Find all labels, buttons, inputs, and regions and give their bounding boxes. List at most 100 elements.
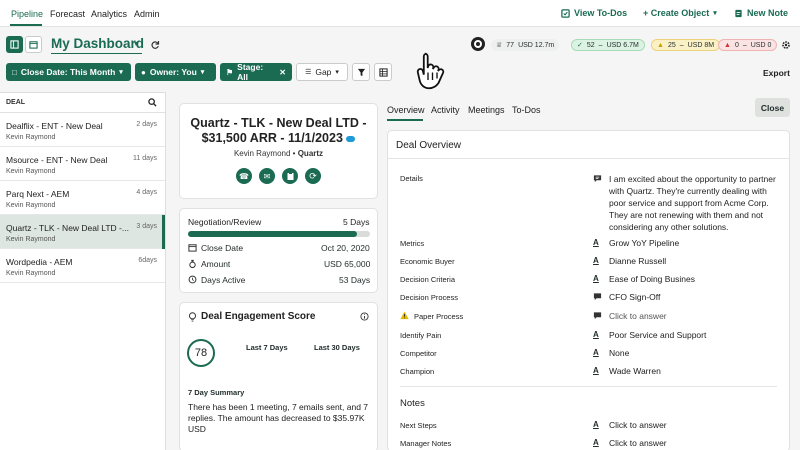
deal-days: 4 days [136, 189, 157, 196]
avatar[interactable] [471, 37, 485, 51]
gear-icon[interactable] [781, 40, 791, 50]
manager-notes-label: Manager Notes [400, 439, 452, 448]
amount-label: Amount [201, 259, 231, 269]
calendar-icon [29, 41, 38, 49]
tab-analytics[interactable]: Analytics [91, 9, 127, 19]
engagement-title: Deal Engagement Score [201, 311, 316, 322]
stage-progress-fill [188, 231, 358, 237]
list-item[interactable]: Dealflix - ENT - New Deal Kevin Raymond … [0, 113, 165, 147]
pill-amount: USD 6.7M [606, 41, 639, 49]
economic-buyer-value[interactable]: Dianne Russell [609, 256, 666, 266]
manager-notes-value[interactable]: Click to answer [609, 438, 667, 448]
sync-icon: ⟳ [309, 170, 317, 181]
tab-pipeline[interactable]: Pipeline [11, 9, 43, 19]
text-field-icon: A [593, 348, 599, 357]
paper-process-label: Paper Process [414, 312, 464, 321]
call-button[interactable]: ☎ [236, 168, 252, 184]
close-date-filter[interactable]: □ Close Date: This Month ▾ [6, 63, 131, 81]
tab-overview[interactable]: Overview [387, 105, 425, 115]
deal-name: Parq Next - AEM [6, 189, 70, 199]
deal-days: 11 days [133, 155, 157, 162]
text-field-icon: A [593, 256, 599, 265]
clipboard-button[interactable] [282, 168, 298, 184]
mail-icon: ✉ [263, 171, 271, 181]
tab-admin[interactable]: Admin [134, 9, 160, 19]
tab-activity[interactable]: Activity [431, 105, 460, 115]
pill-count: 77 [506, 41, 515, 49]
refresh-icon[interactable] [150, 40, 160, 50]
crown-icon: ♕ [496, 42, 503, 49]
text-field-icon: A [593, 330, 599, 339]
close-date-label: Close Date: This Month [20, 67, 116, 77]
pill-count: 0 [734, 41, 739, 49]
check-icon: ✓ [577, 42, 583, 49]
details-label: Details [400, 174, 423, 183]
filter-button[interactable] [352, 63, 370, 81]
deal-title-line: Quartz - TLK - New Deal LTD - [190, 116, 367, 130]
search-icon[interactable] [148, 98, 157, 107]
chevron-down-icon: ▾ [713, 10, 717, 17]
stage-days: 5 Days [343, 217, 370, 227]
filter-icon [357, 68, 365, 76]
decision-criteria-value[interactable]: Ease of Doing Busines [609, 274, 695, 284]
summary-title: 7 Day Summary [188, 388, 245, 397]
owner-label: Owner: You [149, 67, 197, 77]
deal-days: 6days [138, 257, 157, 264]
text-field-icon: A [593, 366, 599, 375]
off-track-pill[interactable]: ▲ 0 – USD 0 [718, 39, 778, 51]
tab-meetings[interactable]: Meetings [468, 105, 505, 115]
sync-button[interactable]: ⟳ [305, 168, 321, 184]
user-icon: ● [141, 67, 146, 77]
tab-forecast[interactable]: Forecast [50, 9, 85, 19]
chevron-down-icon[interactable]: ▾ [134, 39, 138, 48]
create-object-label: + Create Object [643, 8, 710, 18]
comment-icon [593, 175, 602, 183]
tab-todos[interactable]: To-Dos [512, 105, 541, 115]
deal-owner: Kevin Raymond [6, 134, 56, 141]
close-icon[interactable]: ✕ [279, 68, 286, 77]
create-object-button[interactable]: + Create Object ▾ [643, 8, 717, 18]
next-steps-value[interactable]: Click to answer [609, 420, 667, 430]
list-item[interactable]: Parq Next - AEM Kevin Raymond 4 days [0, 181, 165, 215]
text-field-icon: A [593, 420, 599, 429]
at-risk-pill[interactable]: ▲ 25 – USD 8M [651, 39, 721, 51]
overview-title: Deal Overview [396, 140, 462, 151]
decision-process-value[interactable]: CFO Sign-Off [609, 292, 660, 302]
pipeline-total-pill[interactable]: ♕ 77 USD 12.7m [491, 39, 560, 51]
dashboard-title[interactable]: My Dashboard [51, 36, 144, 51]
columns-button[interactable] [374, 63, 392, 81]
view-todos-button[interactable]: View To-Dos [561, 8, 627, 18]
export-button[interactable]: Export [763, 68, 790, 78]
champion-value[interactable]: Wade Warren [609, 366, 661, 376]
board-view-button[interactable] [6, 36, 23, 53]
text-field-icon: A [593, 238, 599, 247]
details-text[interactable]: I am excited about the opportunity to pa… [609, 173, 776, 233]
calendar-view-button[interactable] [25, 36, 42, 53]
dashboard-title-underline [51, 53, 142, 54]
email-button[interactable]: ✉ [259, 168, 275, 184]
close-button[interactable]: Close [755, 98, 790, 117]
new-note-button[interactable]: New Note [734, 8, 788, 18]
identify-pain-value[interactable]: Poor Service and Support [609, 330, 706, 340]
list-item[interactable]: Msource - ENT - New Deal Kevin Raymond 1… [0, 147, 165, 181]
info-icon[interactable] [360, 312, 369, 321]
stage-progress-bar [188, 231, 370, 237]
salesforce-cloud-icon [346, 136, 356, 142]
paper-process-value[interactable]: Click to answer [609, 311, 667, 321]
owner-filter[interactable]: ● Owner: You ▾ [135, 63, 216, 81]
metrics-value[interactable]: Grow YoY Pipeline [609, 238, 679, 248]
close-date-value: Oct 20, 2020 [321, 243, 370, 253]
competitor-label: Competitor [400, 349, 437, 358]
competitor-value[interactable]: None [609, 348, 629, 358]
list-item-selected[interactable]: Quartz - TLK - New Deal LTD -... Kevin R… [0, 215, 165, 249]
gap-filter[interactable]: ☰ Gap ▾ [296, 63, 348, 81]
gap-icon: ☰ [305, 69, 312, 76]
deal-name: Quartz - TLK - New Deal LTD -... [6, 223, 129, 233]
stage-filter[interactable]: ⚑ Stage: All ✕ [220, 62, 292, 82]
deal-name: Msource - ENT - New Deal [6, 155, 108, 165]
on-track-pill[interactable]: ✓ 52 – USD 6.7M [571, 39, 645, 51]
list-item[interactable]: Wordpedia - AEM Kevin Raymond 6days [0, 249, 165, 283]
decision-criteria-label: Decision Criteria [400, 275, 456, 284]
next-steps-label: Next Steps [400, 421, 437, 430]
calendar-icon [188, 244, 197, 252]
